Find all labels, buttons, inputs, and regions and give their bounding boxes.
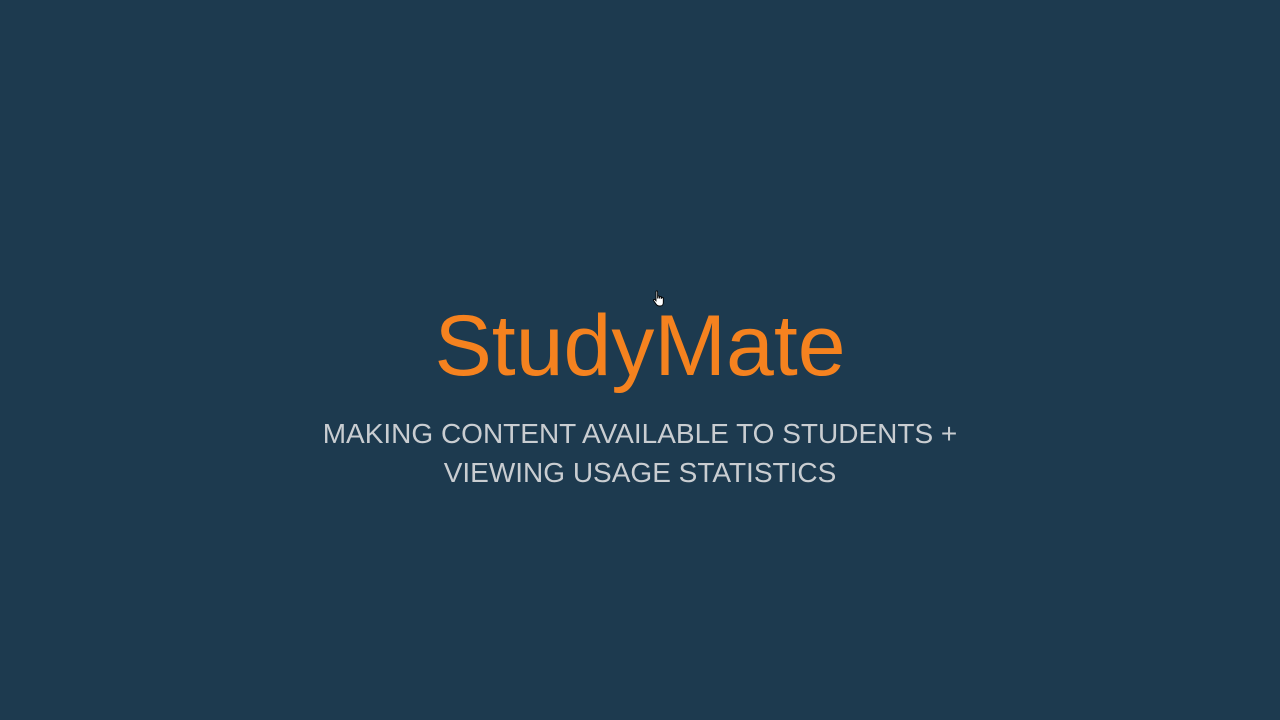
subtitle-line-2: VIEWING USAGE STATISTICS	[443, 457, 837, 488]
slide-subtitle: MAKING CONTENT AVAILABLE TO STUDENTS + V…	[0, 414, 1280, 492]
slide-title: StudyMate	[434, 298, 846, 394]
hand-pointer-icon	[653, 290, 664, 307]
subtitle-line-1: MAKING CONTENT AVAILABLE TO STUDENTS +	[322, 418, 958, 449]
